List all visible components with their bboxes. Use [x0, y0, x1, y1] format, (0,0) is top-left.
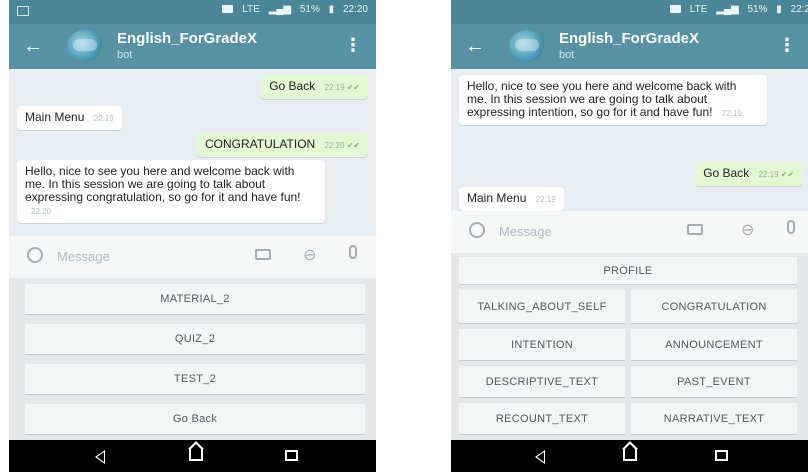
message-time: 22:19 — [93, 114, 114, 123]
more-vert-icon[interactable]: ⋮ — [344, 35, 362, 56]
message-text: Main Menu — [25, 110, 85, 124]
keyboard-button[interactable]: CONGRATULATION — [631, 290, 797, 323]
signal-label: LTE — [242, 4, 260, 15]
nav-recents-icon[interactable] — [285, 450, 298, 461]
keyboard-button[interactable]: PAST_EVENT — [631, 366, 797, 397]
message-time: 22:20 — [324, 141, 345, 150]
signal-icon: ▂▄▆ — [716, 4, 739, 15]
battery-icon: ▮ — [776, 4, 782, 15]
battery-label: 51% — [299, 4, 320, 15]
keyboard-button[interactable]: Go Back — [25, 404, 365, 434]
chat-subtitle: bot — [559, 49, 575, 61]
clock: 22:2 — [790, 4, 808, 15]
chat-subtitle: bot — [117, 49, 133, 61]
status-icons: LTE ▂▄▆ 51% ▮ 22:2 — [664, 4, 808, 15]
bot-keyboard-icon[interactable] — [687, 224, 703, 235]
message-time: 22:19 — [758, 170, 779, 179]
message-composer: Message ⊘ — [451, 211, 808, 253]
keyboard-button[interactable]: TEST_2 — [25, 364, 365, 394]
message-bubble-incoming: Main Menu 22:19 — [459, 187, 564, 211]
android-nav-bar — [451, 440, 808, 472]
message-input[interactable]: Message — [499, 224, 552, 239]
mail-icon — [222, 5, 234, 13]
message-bubble-outgoing: Go Back 22:19 ✔✔ — [261, 75, 368, 99]
message-input[interactable]: Message — [57, 249, 110, 264]
bot-reply-keyboard: MATERIAL_2 QUIZ_2 TEST_2 Go Back — [9, 278, 376, 440]
message-composer: Message ⊘ — [9, 236, 376, 278]
nav-home-icon[interactable] — [188, 441, 204, 461]
message-bubble-outgoing: CONGRATULATION 22:20 ✔✔ — [196, 133, 368, 157]
microphone-icon[interactable] — [349, 245, 357, 259]
keyboard-button[interactable]: PROFILE — [459, 257, 797, 284]
keyboard-button[interactable]: INTENTION — [459, 329, 625, 360]
message-bubble-incoming: Main Menu 22:19 — [17, 106, 122, 130]
nav-back-icon[interactable] — [95, 450, 105, 464]
phone-screen-right: LTE ▂▄▆ 51% ▮ 22:2 ← English_ForGradeX b… — [451, 0, 808, 472]
keyboard-button[interactable]: RECOUNT_TEXT — [459, 403, 625, 434]
read-check-icon: ✔✔ — [780, 170, 794, 179]
bot-keyboard-icon[interactable] — [255, 249, 271, 260]
message-text: Main Menu — [467, 191, 527, 205]
status-icons: LTE ▂▄▆ 51% ▮ 22:20 — [216, 4, 368, 15]
message-time: 22:20 — [31, 207, 52, 216]
chat-header: ← English_ForGradeX bot ⋮ — [451, 24, 808, 69]
keyboard-button[interactable]: QUIZ_2 — [25, 324, 365, 354]
message-list[interactable]: Go Back 22:19 ✔✔ Main Menu 22:19 CONGRATU… — [9, 69, 376, 236]
nav-recents-icon[interactable] — [715, 450, 728, 461]
keyboard-button[interactable]: DESCRIPTIVE_TEXT — [459, 366, 625, 397]
message-time: 22:19 — [535, 195, 556, 204]
keyboard-button[interactable]: TALKING_ABOUT_SELF — [459, 290, 625, 323]
chat-title[interactable]: English_ForGradeX — [117, 30, 257, 47]
phone-screen-left: LTE ▂▄▆ 51% ▮ 22:20 ← English_ForGradeX … — [9, 0, 376, 472]
attach-icon[interactable]: ⊘ — [736, 218, 759, 242]
keyboard-button[interactable]: NARRATIVE_TEXT — [631, 403, 797, 434]
read-check-icon: ✔✔ — [346, 141, 360, 150]
message-bubble-incoming: Hello, nice to see you here and welcome … — [459, 75, 767, 125]
signal-label: LTE — [689, 4, 708, 15]
message-bubble-incoming: Hello, nice to see you here and welcome … — [17, 160, 325, 223]
android-nav-bar — [9, 440, 376, 472]
message-text: Go Back — [703, 166, 750, 180]
message-list[interactable]: Hello, nice to see you here and welcome … — [451, 69, 808, 211]
message-text: Hello, nice to see you here and welcome … — [25, 164, 301, 204]
keyboard-button[interactable]: ANNOUNCEMENT — [631, 329, 797, 360]
status-bar: LTE ▂▄▆ 51% ▮ 22:20 — [9, 0, 376, 24]
chat-title[interactable]: English_ForGradeX — [559, 30, 699, 47]
message-text: Hello, nice to see you here and welcome … — [467, 79, 737, 119]
bot-avatar[interactable] — [67, 30, 103, 62]
nav-back-icon[interactable] — [535, 450, 545, 464]
battery-icon: ▮ — [328, 4, 335, 15]
more-vert-icon[interactable]: ⋮ — [778, 35, 796, 56]
message-text: Go Back — [269, 79, 316, 93]
chat-header: ← English_ForGradeX bot ⋮ — [9, 24, 376, 69]
message-bubble-outgoing: Go Back 22:19 ✔✔ — [695, 162, 802, 186]
message-text: CONGRATULATION — [204, 137, 316, 151]
emoji-icon[interactable] — [469, 222, 485, 238]
status-bar: LTE ▂▄▆ 51% ▮ 22:2 — [451, 0, 808, 24]
signal-icon: ▂▄▆ — [268, 4, 292, 15]
battery-label: 51% — [747, 4, 768, 15]
read-check-icon: ✔✔ — [346, 83, 360, 92]
back-arrow-icon[interactable]: ← — [465, 34, 485, 58]
clock: 22:20 — [342, 4, 368, 15]
bot-avatar[interactable] — [509, 30, 545, 62]
mail-icon — [670, 5, 682, 13]
back-arrow-icon[interactable]: ← — [23, 34, 43, 58]
bot-reply-keyboard: PROFILE TALKING_ABOUT_SELF CONGRATULATIO… — [451, 253, 808, 440]
message-time: 22:19 — [721, 109, 742, 118]
nav-home-icon[interactable] — [622, 441, 638, 461]
keyboard-button[interactable]: MATERIAL_2 — [25, 284, 365, 314]
microphone-icon[interactable] — [787, 220, 795, 234]
emoji-icon[interactable] — [27, 247, 43, 263]
message-time: 22:19 — [324, 83, 345, 92]
notification-icon — [17, 6, 29, 16]
attach-icon[interactable]: ⊘ — [298, 243, 321, 267]
